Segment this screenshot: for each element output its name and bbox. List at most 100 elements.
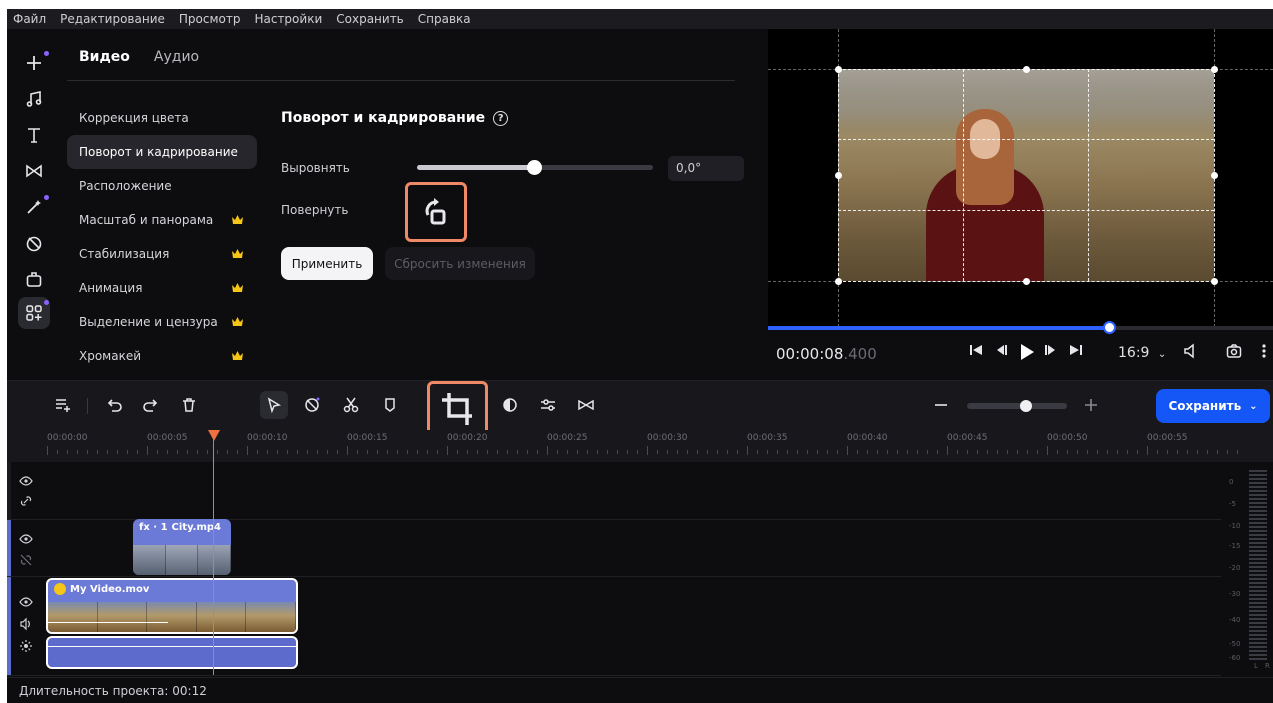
effect-track-icon[interactable] bbox=[19, 639, 33, 653]
playhead-handle[interactable] bbox=[208, 430, 220, 441]
skip-end-icon[interactable] bbox=[1069, 343, 1083, 357]
align-value-field[interactable]: 0,0° bbox=[668, 156, 744, 181]
next-frame-icon[interactable] bbox=[1044, 343, 1058, 357]
crop-handle[interactable] bbox=[1211, 66, 1218, 73]
text-icon[interactable] bbox=[18, 119, 50, 151]
align-slider[interactable] bbox=[417, 160, 653, 175]
marker-icon[interactable] bbox=[376, 391, 404, 419]
more-tools-icon[interactable] bbox=[18, 297, 50, 329]
filters-icon[interactable] bbox=[18, 263, 50, 295]
clip-audio[interactable] bbox=[46, 636, 298, 669]
timeline-ruler[interactable]: 00:00:00 00:00:05 00:00:10 00:00:15 00:00:20… bbox=[7, 430, 1273, 462]
ruler-tick bbox=[1037, 450, 1038, 454]
clip-thumbnails bbox=[133, 545, 231, 575]
stickers-icon[interactable] bbox=[18, 227, 50, 259]
audio-icon[interactable] bbox=[19, 617, 33, 631]
ruler-tick bbox=[537, 450, 538, 454]
meter-db-label: -60 bbox=[1229, 654, 1241, 662]
prev-frame-icon[interactable] bbox=[994, 343, 1008, 357]
playhead[interactable] bbox=[213, 430, 214, 675]
video-preview[interactable] bbox=[768, 29, 1273, 327]
crop-handle[interactable] bbox=[835, 278, 842, 285]
music-icon[interactable] bbox=[18, 83, 50, 115]
rotate-button[interactable] bbox=[405, 182, 467, 242]
ruler-tick bbox=[357, 450, 358, 454]
menu-save[interactable]: Сохранить bbox=[336, 12, 404, 26]
zoom-in-icon[interactable] bbox=[1077, 391, 1105, 419]
menu-settings[interactable]: Настройки bbox=[254, 12, 322, 26]
category-item[interactable]: Стабилизация bbox=[67, 237, 257, 271]
time-main: 00:00:08 bbox=[776, 345, 844, 363]
progress-knob[interactable] bbox=[1102, 321, 1116, 334]
ruler-tick bbox=[577, 450, 578, 454]
ruler-tick bbox=[757, 450, 758, 454]
category-item[interactable]: Хромакей bbox=[67, 339, 257, 373]
crop-handle[interactable] bbox=[1023, 278, 1030, 285]
crop-handle[interactable] bbox=[1211, 278, 1218, 285]
category-item[interactable]: Анимация bbox=[67, 271, 257, 305]
visibility-icon[interactable] bbox=[19, 595, 33, 609]
crop-tool-button[interactable] bbox=[427, 381, 488, 437]
effects-icon[interactable] bbox=[18, 191, 50, 223]
apply-button[interactable]: Применить bbox=[281, 247, 373, 280]
crop-handle[interactable] bbox=[1023, 66, 1030, 73]
category-item[interactable]: Масштаб и панорама bbox=[67, 203, 257, 237]
playback-progress[interactable] bbox=[768, 321, 1273, 334]
ruler-tick bbox=[707, 450, 708, 454]
zoom-out-icon[interactable] bbox=[927, 391, 955, 419]
align-slider-knob[interactable] bbox=[527, 160, 542, 175]
color-correction-icon[interactable] bbox=[496, 391, 524, 419]
category-item[interactable]: Расположение bbox=[67, 169, 257, 203]
ruler-tick-label: 00:00:15 bbox=[347, 433, 388, 443]
crop-handle[interactable] bbox=[1211, 172, 1218, 179]
more-options-icon[interactable] bbox=[1261, 343, 1267, 359]
transition-tool-icon[interactable] bbox=[572, 391, 600, 419]
tab-video[interactable]: Видео bbox=[79, 49, 130, 65]
ruler-tick bbox=[907, 450, 908, 454]
menu-view[interactable]: Просмотр bbox=[179, 12, 241, 26]
play-icon[interactable] bbox=[1019, 343, 1035, 361]
adjust-icon[interactable] bbox=[534, 391, 562, 419]
crop-handle[interactable] bbox=[835, 66, 842, 73]
zoom-knob[interactable] bbox=[1019, 400, 1032, 412]
reset-button[interactable]: Сбросить изменения bbox=[385, 247, 535, 280]
aspect-ratio-select[interactable]: 16:9 ⌄ bbox=[1118, 345, 1166, 361]
link-icon[interactable] bbox=[19, 494, 33, 508]
skip-start-icon[interactable] bbox=[969, 343, 983, 357]
timeline-zoom-slider[interactable] bbox=[967, 400, 1067, 412]
ruler-tick bbox=[657, 450, 658, 454]
category-item[interactable]: Выделение и цензура bbox=[67, 305, 257, 339]
cut-icon[interactable] bbox=[337, 391, 365, 419]
select-tool-icon[interactable] bbox=[260, 391, 288, 419]
category-item[interactable]: Поворот и кадрирование bbox=[67, 135, 257, 169]
add-track-icon[interactable] bbox=[49, 391, 77, 419]
crop-handle[interactable] bbox=[835, 172, 842, 179]
volume-icon[interactable] bbox=[1183, 343, 1199, 359]
preview-frame bbox=[838, 69, 1214, 281]
premium-crown-icon bbox=[232, 317, 243, 326]
ruler-tick bbox=[1107, 450, 1108, 454]
snapshot-icon[interactable] bbox=[1226, 343, 1242, 359]
unlink-icon[interactable] bbox=[19, 553, 33, 567]
add-media-icon[interactable] bbox=[18, 47, 50, 79]
save-button[interactable]: Сохранить ⌄ bbox=[1156, 389, 1270, 423]
menu-help[interactable]: Справка bbox=[418, 12, 471, 26]
blade-tool-icon[interactable] bbox=[298, 391, 326, 419]
meter-db-label: -50 bbox=[1229, 640, 1241, 648]
visibility-icon[interactable] bbox=[19, 474, 33, 488]
ruler-tick bbox=[97, 450, 98, 454]
clip-my-video[interactable]: My Video.mov bbox=[46, 578, 298, 634]
undo-icon[interactable] bbox=[100, 391, 128, 419]
clip-city[interactable]: fx · 1 City.mp4 bbox=[133, 519, 231, 575]
help-icon[interactable]: ? bbox=[493, 110, 509, 126]
menu-edit[interactable]: Редактирование bbox=[60, 12, 165, 26]
delete-icon[interactable] bbox=[175, 391, 203, 419]
ruler-tick bbox=[327, 450, 328, 454]
visibility-icon[interactable] bbox=[19, 532, 33, 546]
redo-icon[interactable] bbox=[137, 391, 165, 419]
transitions-icon[interactable] bbox=[18, 155, 50, 187]
menu-file[interactable]: Файл bbox=[13, 12, 46, 26]
category-item[interactable]: Коррекция цвета bbox=[67, 101, 257, 135]
category-label: Масштаб и панорама bbox=[79, 213, 214, 227]
tab-audio[interactable]: Аудио bbox=[154, 49, 199, 65]
